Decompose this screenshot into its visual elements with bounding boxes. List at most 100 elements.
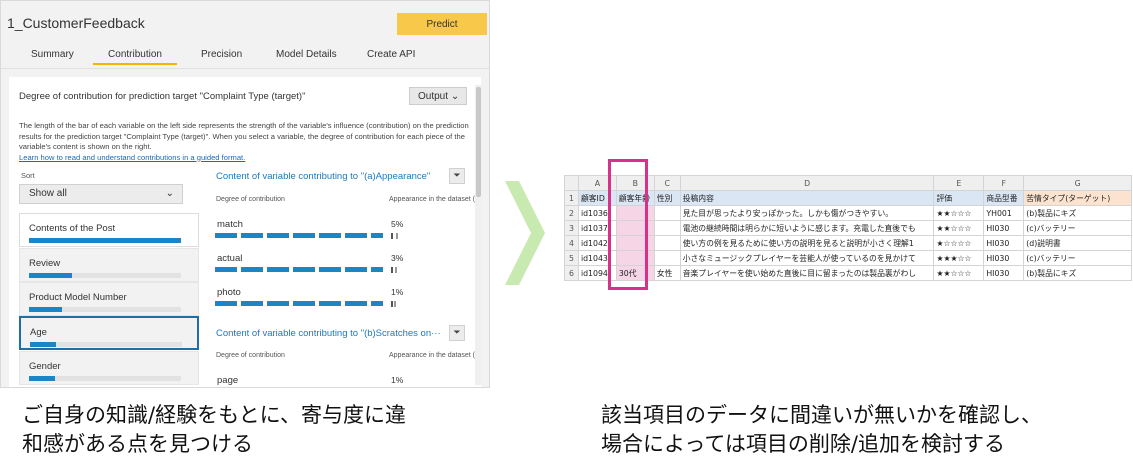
cell[interactable]: ★★☆☆☆ — [933, 220, 985, 236]
tab-model-details[interactable]: Model Details — [276, 49, 337, 60]
row-number[interactable]: 5 — [564, 250, 579, 266]
word-row[interactable]: actual 3% — [209, 251, 483, 285]
cell[interactable]: (c)バッテリー — [1023, 250, 1132, 266]
data-table: A B C D E F G 1 顧客ID 顧客年齢 性別 投稿内容 評価 商品型… — [564, 175, 1132, 281]
cell[interactable]: HI030 — [983, 265, 1025, 281]
cell[interactable]: 使い方の例を見るために使い方の説明を見ると説明が小さく理解1 — [679, 235, 935, 251]
filter-icon[interactable]: ⏷ — [449, 325, 465, 341]
word-row[interactable]: photo 1% — [209, 285, 483, 319]
tab-summary[interactable]: Summary — [31, 49, 74, 60]
table-row: 3 id1037 電池の継続時間は明らかに短いように感じます。充電した直後でも … — [564, 220, 1132, 236]
header-cell[interactable]: 評価 — [933, 190, 985, 206]
cell[interactable] — [653, 220, 681, 236]
row-number[interactable]: 2 — [564, 205, 579, 221]
cell[interactable]: ★★☆☆☆ — [933, 205, 985, 221]
contribution-bar — [29, 238, 181, 243]
cell[interactable]: ★★☆☆☆ — [933, 265, 985, 281]
row-number[interactable]: 1 — [564, 190, 579, 206]
cell[interactable]: (d)説明書 — [1023, 235, 1132, 251]
scrollbar-thumb[interactable] — [476, 87, 481, 197]
cell[interactable]: (b)製品にキズ — [1023, 265, 1132, 281]
filter-icon[interactable]: ⏷ — [449, 168, 465, 184]
cell[interactable] — [653, 235, 681, 251]
row-number[interactable]: 3 — [564, 220, 579, 236]
output-dropdown[interactable]: Output ⌄ — [409, 87, 467, 105]
contribution-fill — [30, 342, 56, 347]
word-label: photo — [217, 287, 241, 298]
table-row: 6 id1094 30代 女性 音楽プレイヤーを使い始めた直後に目に留まったのは… — [564, 265, 1132, 281]
guide-link[interactable]: Learn how to read and understand contrib… — [19, 153, 245, 162]
cell[interactable]: 見た目が思ったより安っぽかった。しかも傷がつきやすい。 — [679, 205, 935, 221]
sort-label: Sort — [21, 171, 35, 180]
cell[interactable]: 女性 — [653, 265, 681, 281]
cell[interactable]: (b)製品にキズ — [1023, 205, 1132, 221]
table-row: 2 id1036 見た目が思ったより安っぽかった。しかも傷がつきやすい。 ★★☆… — [564, 205, 1132, 221]
column-header-appearance: Appearance in the dataset ( — [389, 196, 476, 203]
appearance-tick — [393, 301, 396, 307]
header-cell[interactable]: 商品型番 — [983, 190, 1025, 206]
tab-create-api[interactable]: Create API — [367, 49, 415, 60]
cell[interactable]: YH001 — [983, 205, 1025, 221]
header-cell[interactable]: 投稿内容 — [679, 190, 935, 206]
contribution-dash-bar — [215, 301, 383, 306]
caption-left-line1: ご自身の知識/経験をもとに、寄与度に違 — [22, 403, 407, 427]
contribution-bar — [29, 376, 181, 381]
cell[interactable]: HI030 — [983, 220, 1025, 236]
contribution-bar — [29, 273, 181, 278]
header-cell[interactable]: 性別 — [653, 190, 681, 206]
row-number[interactable]: 4 — [564, 235, 579, 251]
cell[interactable]: HI030 — [983, 235, 1025, 251]
contribution-fill — [29, 307, 63, 312]
column-letters-row: A B C D E F G — [564, 175, 1132, 191]
column-letter[interactable]: D — [679, 175, 935, 191]
row-number[interactable]: 6 — [564, 265, 579, 281]
word-label: match — [217, 219, 243, 230]
app-window: 1_CustomerFeedback Predict Summary Contr… — [0, 0, 490, 388]
column-header-contribution: Degree of contribution — [216, 352, 285, 359]
table-row: 4 id1042 使い方の例を見るために使い方の説明を見ると説明が小さく理解1 … — [564, 235, 1132, 251]
tab-precision[interactable]: Precision — [201, 49, 242, 60]
cell[interactable] — [653, 205, 681, 221]
corner-cell[interactable] — [564, 175, 579, 191]
word-row[interactable]: match 5% — [209, 217, 483, 251]
variable-item[interactable]: Product Model Number — [19, 282, 199, 316]
variable-item[interactable]: Review — [19, 248, 199, 282]
column-letter[interactable]: G — [1023, 175, 1132, 191]
cell[interactable]: (c)バッテリー — [1023, 220, 1132, 236]
cell[interactable]: 音楽プレイヤーを使い始めた直後に目に留まったのは製品裏がわし — [679, 265, 935, 281]
cell[interactable]: HI030 — [983, 250, 1025, 266]
tab-contribution[interactable]: Contribution — [93, 49, 177, 65]
contribution-bar — [29, 307, 181, 312]
header-row: 1 顧客ID 顧客年齢 性別 投稿内容 評価 商品型番 苦情タイプ(ターゲット) — [564, 190, 1132, 206]
variable-item[interactable]: Gender — [19, 351, 199, 385]
appearance-percent: 1% — [391, 375, 404, 385]
variable-item[interactable]: Contents of the Post — [19, 213, 199, 247]
predict-button[interactable]: Predict — [397, 13, 487, 35]
section-title: Content of variable contributing to "(b)… — [216, 328, 441, 339]
contribution-fill — [29, 376, 55, 381]
appearance-bar — [391, 267, 471, 273]
header-cell[interactable]: 苦情タイプ(ターゲット) — [1023, 190, 1132, 206]
sort-select[interactable]: Show all ⌄ — [19, 184, 183, 204]
cell[interactable]: ★★★☆☆ — [933, 250, 985, 266]
contribution-dash-bar — [215, 267, 383, 272]
cell[interactable]: ★☆☆☆☆ — [933, 235, 985, 251]
description-text: The length of the bar of each variable o… — [19, 121, 469, 151]
column-letter[interactable]: C — [653, 175, 681, 191]
contribution-dash-bar — [215, 233, 383, 238]
panel-title: Degree of contribution for prediction ta… — [19, 91, 306, 102]
word-row[interactable]: page 1% — [209, 373, 483, 387]
variable-item-selected[interactable]: Age — [19, 316, 199, 350]
description: The length of the bar of each variable o… — [19, 121, 471, 163]
variable-label: Review — [29, 258, 61, 269]
contribution-fill — [29, 238, 181, 243]
cell[interactable]: 小さなミュージックプレイヤーを芸能人が使っているのを見かけて — [679, 250, 935, 266]
column-letter[interactable]: E — [933, 175, 985, 191]
cell[interactable] — [653, 250, 681, 266]
word-label: page — [217, 375, 239, 386]
cell[interactable]: 電池の継続時間は明らかに短いように感じます。充電した直後でも — [679, 220, 935, 236]
tab-bar: Summary Contribution Precision Model Det… — [1, 39, 489, 69]
arrow-right-icon — [505, 181, 545, 285]
variable-list: Contents of the Post Review Product Mode… — [19, 213, 199, 387]
column-letter[interactable]: F — [983, 175, 1025, 191]
